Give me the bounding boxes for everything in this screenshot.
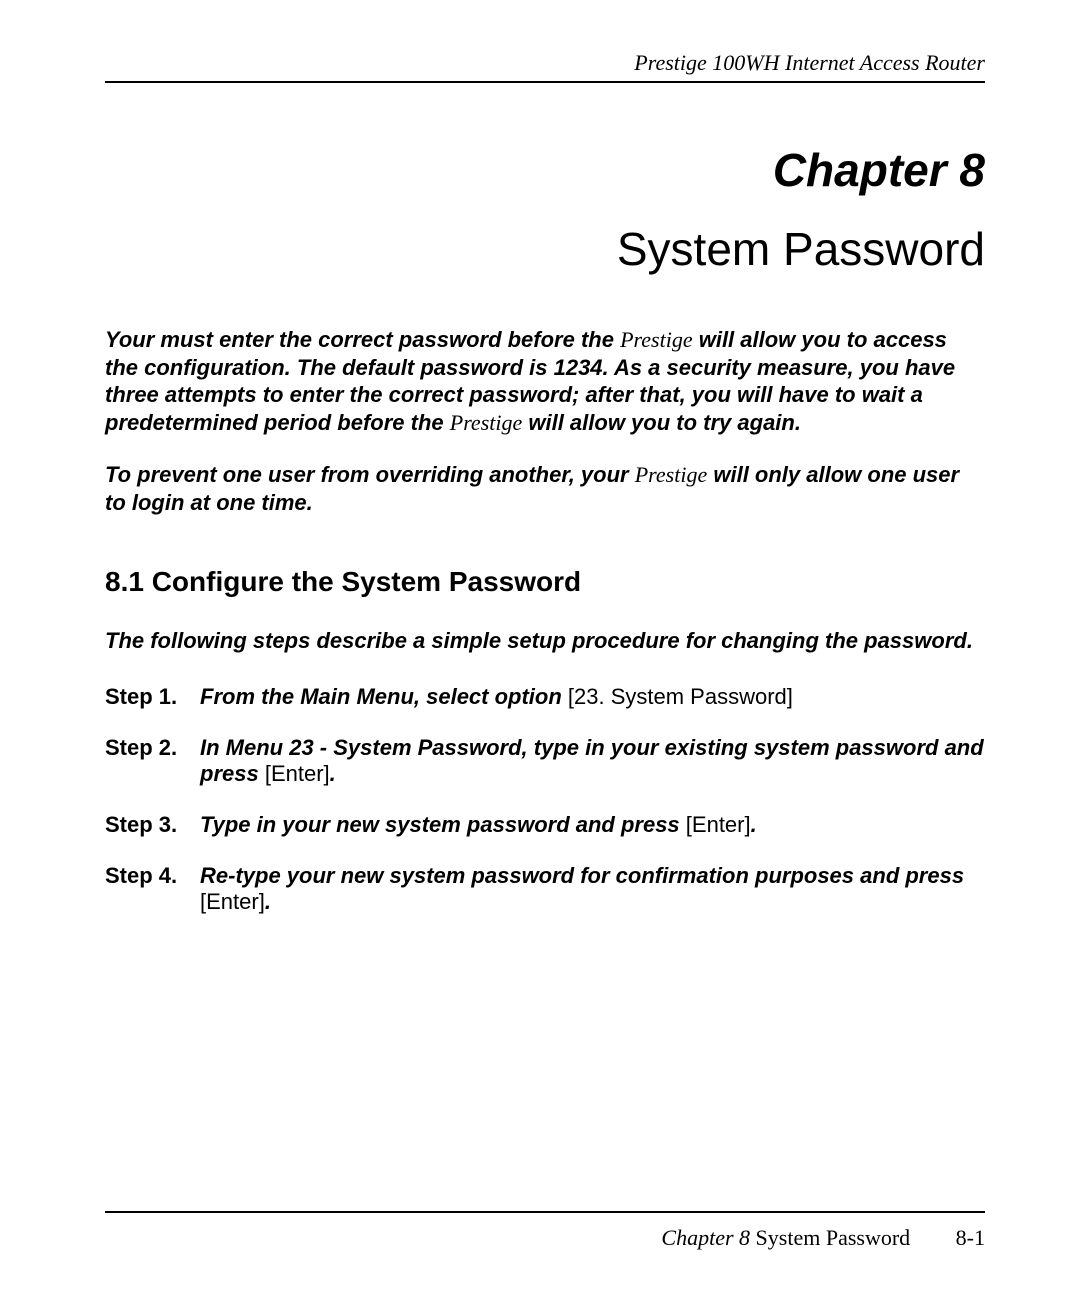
step-1-text-reg: [23. System Password] (562, 684, 793, 709)
chapter-title: Chapter 8 (105, 143, 985, 197)
intro-p1-text1: Your must enter the correct password bef… (105, 327, 614, 352)
chapter-subtitle: System Password (105, 222, 985, 276)
intro-paragraph-1: Your must enter the correct password bef… (105, 326, 985, 436)
step-row-2: Step 2. In Menu 23 - System Password, ty… (105, 735, 985, 787)
section-heading: 8.1 Configure the System Password (105, 566, 985, 598)
intro-p1-prestige2: Prestige (450, 410, 523, 435)
step-3-text-reg: [Enter] (686, 812, 751, 837)
step-row-1: Step 1. From the Main Menu, select optio… (105, 684, 985, 710)
footer-page-number: 8-1 (956, 1225, 985, 1250)
step-4-text-bold-end: . (265, 889, 271, 914)
step-2-content: In Menu 23 - System Password, type in yo… (200, 735, 985, 787)
intro-p1-text3: will allow you to try again. (528, 410, 801, 435)
step-1-label: Step 1. (105, 684, 200, 710)
intro-paragraph-2: To prevent one user from overriding anot… (105, 461, 985, 516)
step-4-label: Step 4. (105, 863, 200, 915)
step-row-4: Step 4. Re-type your new system password… (105, 863, 985, 915)
step-4-text-bold: Re-type your new system password for con… (200, 863, 964, 888)
section-intro: The following steps describe a simple se… (105, 628, 985, 654)
step-2-text-reg: [Enter] (265, 761, 330, 786)
step-3-label: Step 3. (105, 812, 200, 838)
step-1-content: From the Main Menu, select option [23. S… (200, 684, 985, 710)
header-text: Prestige 100WH Internet Access Router (634, 50, 985, 75)
footer-chapter-name: System Password (750, 1225, 910, 1250)
step-3-text-bold: Type in your new system password and pre… (200, 812, 686, 837)
step-row-3: Step 3. Type in your new system password… (105, 812, 985, 838)
step-4-text-reg: [Enter] (200, 889, 265, 914)
page-header: Prestige 100WH Internet Access Router (105, 50, 985, 83)
step-4-content: Re-type your new system password for con… (200, 863, 985, 915)
step-1-text-bold: From the Main Menu, select option (200, 684, 562, 709)
step-2-label: Step 2. (105, 735, 200, 787)
intro-p2-prestige: Prestige (635, 462, 708, 487)
footer-chapter-label: Chapter 8 (661, 1225, 750, 1250)
step-3-text-bold-end: . (751, 812, 757, 837)
intro-p1-prestige1: Prestige (620, 327, 693, 352)
step-2-text-bold-end: . (330, 761, 336, 786)
intro-p2-text1: To prevent one user from overriding anot… (105, 462, 629, 487)
step-3-content: Type in your new system password and pre… (200, 812, 985, 838)
page-footer: Chapter 8 System Password 8-1 (105, 1211, 985, 1251)
